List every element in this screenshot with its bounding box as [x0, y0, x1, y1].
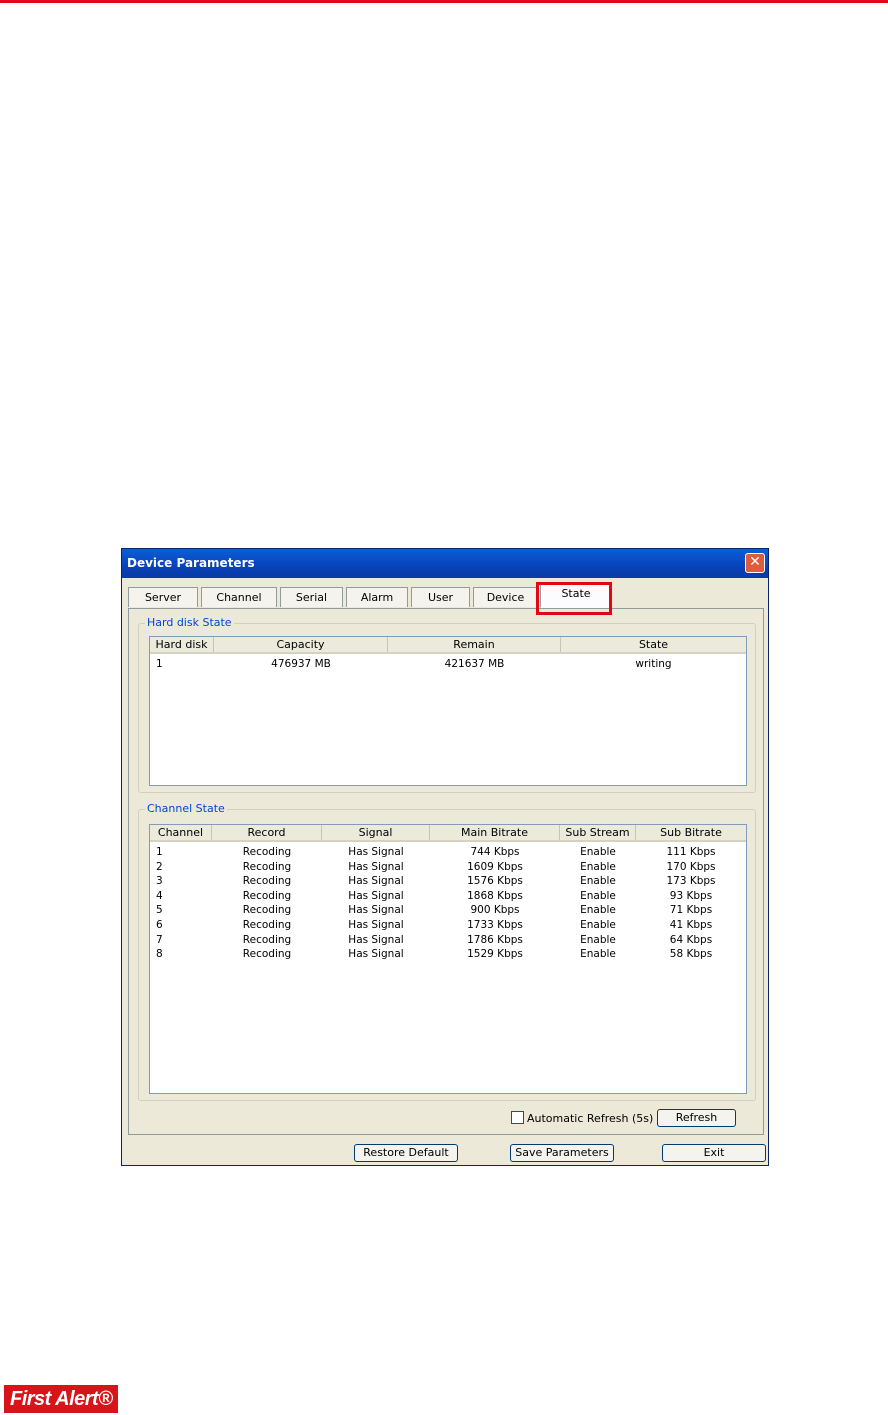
- sub-stream-cell: Enable: [580, 846, 616, 858]
- record-cell: Recoding: [242, 948, 292, 961]
- channel-list-header: Channel Record Signal Main Bitrate Sub S…: [150, 825, 746, 842]
- sub-bitrate-cell: 64 Kbps: [669, 933, 713, 946]
- signal-cell: Has Signal: [348, 948, 404, 961]
- column-header-record[interactable]: Record: [212, 825, 322, 840]
- state-tab-highlight: [536, 582, 612, 615]
- channel-cell: 8: [156, 948, 163, 961]
- hard-disk-list[interactable]: Hard disk Capacity Remain State 1 476937…: [149, 636, 747, 786]
- record-cell: Recoding: [242, 875, 292, 888]
- tab-channel[interactable]: Channel: [201, 587, 277, 607]
- column-header-sub-bitrate[interactable]: Sub Bitrate: [636, 825, 746, 840]
- column-header-remain[interactable]: Remain: [388, 637, 561, 652]
- channel-state-group: Channel State Channel Record Signal Main…: [138, 802, 756, 1101]
- sub-bitrate-cell: 41 Kbps: [669, 919, 713, 931]
- tab-serial[interactable]: Serial: [280, 587, 343, 607]
- title-bar[interactable]: Device Parameters ✕: [122, 549, 768, 578]
- main-bitrate-cell: 1529 Kbps: [467, 948, 523, 961]
- hard-disk-list-header: Hard disk Capacity Remain State: [150, 637, 746, 654]
- channel-cell: 7: [156, 933, 163, 946]
- column-header-capacity[interactable]: Capacity: [214, 637, 388, 652]
- tab-server[interactable]: Server: [128, 587, 198, 607]
- first-alert-logo: First Alert®: [4, 1385, 119, 1413]
- remain-cell: 421637 MB: [444, 658, 505, 670]
- sub-stream-cell: Enable: [580, 875, 616, 888]
- exit-button[interactable]: Exit: [662, 1144, 766, 1162]
- signal-cell: Has Signal: [348, 933, 404, 946]
- record-cell: Recoding: [242, 846, 292, 858]
- hard-disk-state-group: Hard disk State Hard disk Capacity Remai…: [138, 616, 756, 793]
- channel-cell: 1: [156, 846, 163, 858]
- restore-default-button[interactable]: Restore Default: [354, 1144, 458, 1162]
- main-bitrate-cell: 1786 Kbps: [467, 933, 523, 946]
- signal-cell: Has Signal: [348, 860, 404, 873]
- automatic-refresh-label: Automatic Refresh (5s): [527, 1112, 654, 1125]
- sub-bitrate-cell: 111 Kbps: [666, 846, 716, 858]
- main-bitrate-cell: 900 Kbps: [470, 904, 520, 917]
- device-parameters-dialog: Device Parameters ✕ Server Channel Seria…: [121, 548, 769, 1166]
- sub-stream-cell: Enable: [580, 933, 616, 946]
- sub-stream-cell: Enable: [580, 904, 616, 917]
- sub-stream-cell: Enable: [580, 948, 616, 961]
- column-header-signal[interactable]: Signal: [322, 825, 430, 840]
- main-bitrate-cell: 1868 Kbps: [467, 889, 523, 902]
- channel-cell: 6: [156, 919, 163, 931]
- channel-state-label: Channel State: [145, 802, 227, 815]
- close-icon[interactable]: ✕: [745, 553, 765, 573]
- signal-cell: Has Signal: [348, 846, 404, 858]
- channel-cell: 3: [156, 875, 163, 888]
- signal-cell: Has Signal: [348, 889, 404, 902]
- state-tab-panel: Hard disk State Hard disk Capacity Remai…: [128, 608, 764, 1135]
- record-cell: Recoding: [242, 860, 292, 873]
- signal-cell: Has Signal: [348, 904, 404, 917]
- tab-user[interactable]: User: [411, 587, 470, 607]
- state-cell: writing: [635, 658, 672, 670]
- record-cell: Recoding: [242, 919, 292, 931]
- sub-stream-cell: Enable: [580, 889, 616, 902]
- channel-cell: 4: [156, 889, 163, 902]
- automatic-refresh-checkbox[interactable]: [511, 1111, 524, 1124]
- record-cell: Recoding: [242, 889, 292, 902]
- sub-bitrate-cell: 170 Kbps: [666, 860, 716, 873]
- tab-alarm[interactable]: Alarm: [346, 587, 408, 607]
- column-header-state[interactable]: State: [561, 637, 746, 652]
- channel-cell: 5: [156, 904, 163, 917]
- main-bitrate-cell: 744 Kbps: [470, 846, 520, 858]
- column-header-hard-disk[interactable]: Hard disk: [150, 637, 214, 652]
- main-bitrate-cell: 1733 Kbps: [467, 919, 523, 931]
- main-bitrate-cell: 1609 Kbps: [467, 860, 523, 873]
- main-bitrate-cell: 1576 Kbps: [467, 875, 523, 888]
- sub-bitrate-cell: 58 Kbps: [669, 948, 713, 961]
- channel-cell: 2: [156, 860, 163, 873]
- sub-bitrate-cell: 93 Kbps: [669, 889, 713, 902]
- column-header-main-bitrate[interactable]: Main Bitrate: [430, 825, 560, 840]
- top-red-rule: [0, 0, 888, 3]
- sub-bitrate-cell: 173 Kbps: [666, 875, 716, 888]
- sub-bitrate-cell: 71 Kbps: [669, 904, 713, 917]
- dialog-title: Device Parameters: [127, 556, 255, 570]
- column-header-sub-stream[interactable]: Sub Stream: [560, 825, 636, 840]
- save-parameters-button[interactable]: Save Parameters: [510, 1144, 614, 1162]
- hard-disk-state-label: Hard disk State: [145, 616, 234, 629]
- sub-stream-cell: Enable: [580, 860, 616, 873]
- signal-cell: Has Signal: [348, 875, 404, 888]
- hard-disk-cell: 1: [156, 658, 163, 670]
- sub-stream-cell: Enable: [580, 919, 616, 931]
- signal-cell: Has Signal: [348, 919, 404, 931]
- column-header-channel[interactable]: Channel: [150, 825, 212, 840]
- record-cell: Recoding: [242, 933, 292, 946]
- tab-device[interactable]: Device: [473, 587, 538, 607]
- channel-state-list[interactable]: Channel Record Signal Main Bitrate Sub S…: [149, 824, 747, 1094]
- capacity-cell: 476937 MB: [271, 658, 331, 670]
- refresh-button[interactable]: Refresh: [657, 1109, 736, 1127]
- record-cell: Recoding: [242, 904, 292, 917]
